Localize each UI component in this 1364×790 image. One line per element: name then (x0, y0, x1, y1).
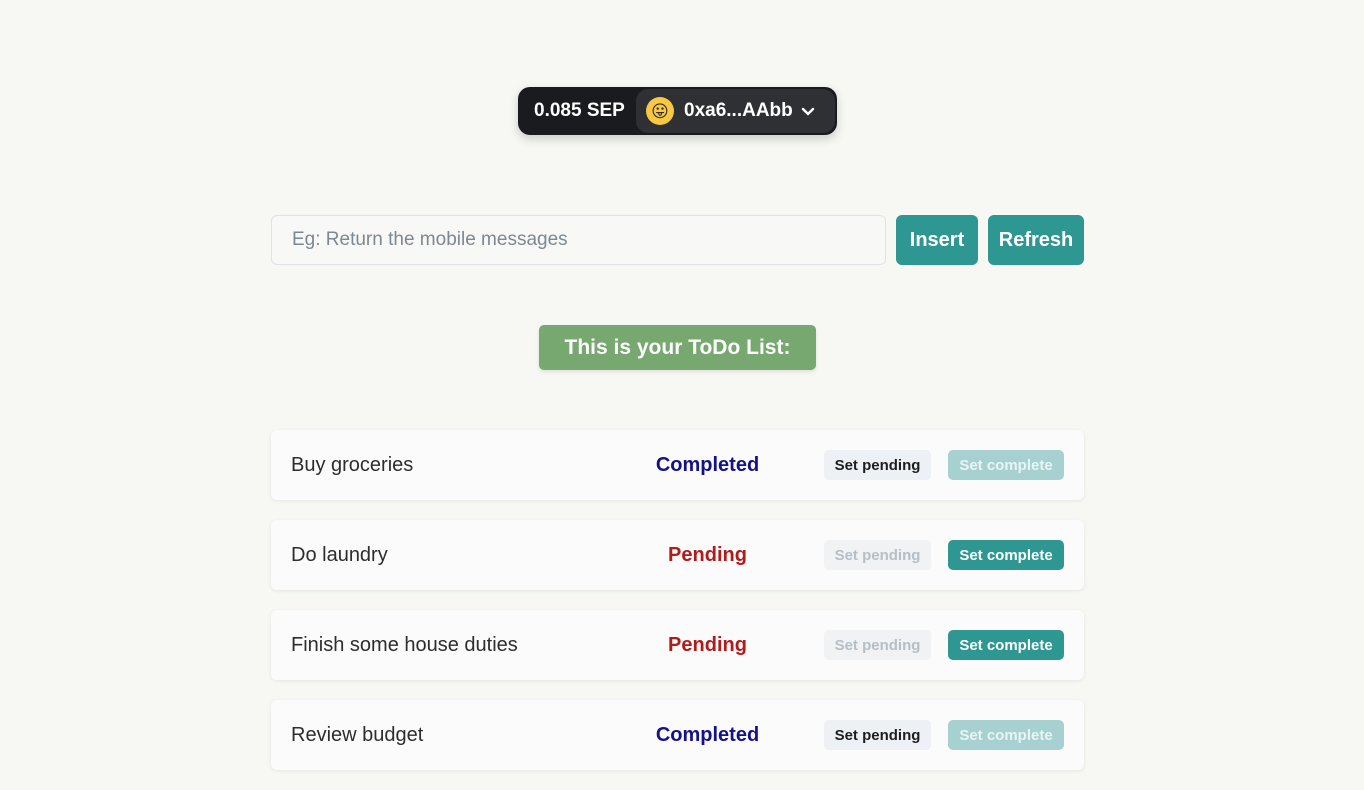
wallet-connect-widget: 0.085 SEP 😛 0xa6...AAbb (518, 87, 837, 135)
chevron-down-icon (801, 107, 814, 116)
wallet-balance: 0.085 SEP (534, 100, 625, 121)
todo-list-heading: This is your ToDo List: (539, 325, 816, 370)
todo-item: Review budget Completed Set pending Set … (271, 700, 1084, 770)
todo-item: Finish some house duties Pending Set pen… (271, 610, 1084, 680)
todo-list: Buy groceries Completed Set pending Set … (271, 430, 1084, 790)
emoji-face-icon: 😛 (646, 97, 674, 125)
insert-button[interactable]: Insert (896, 215, 978, 265)
todo-status: Pending (668, 634, 747, 656)
set-complete-button: Set complete (948, 720, 1064, 750)
set-complete-button[interactable]: Set complete (948, 540, 1064, 570)
todo-status: Completed (655, 454, 760, 476)
todo-status: Pending (668, 544, 747, 566)
set-pending-button[interactable]: Set pending (824, 720, 931, 750)
set-pending-button[interactable]: Set pending (824, 450, 931, 480)
todo-item: Do laundry Pending Set pending Set compl… (271, 520, 1084, 590)
todo-task-text: Do laundry (291, 544, 388, 566)
set-complete-button[interactable]: Set complete (948, 630, 1064, 660)
refresh-button[interactable]: Refresh (988, 215, 1084, 265)
todo-task-text: Finish some house duties (291, 634, 518, 656)
set-complete-button: Set complete (948, 450, 1064, 480)
todo-status: Completed (655, 724, 760, 746)
set-pending-button: Set pending (824, 630, 931, 660)
wallet-address: 0xa6...AAbb (684, 100, 793, 121)
todo-input[interactable] (271, 215, 886, 265)
todo-task-text: Buy groceries (291, 454, 414, 476)
wallet-account-button[interactable]: 😛 0xa6...AAbb (636, 89, 835, 133)
todo-task-text: Review budget (291, 724, 424, 746)
todo-item: Buy groceries Completed Set pending Set … (271, 430, 1084, 500)
set-pending-button: Set pending (824, 540, 931, 570)
